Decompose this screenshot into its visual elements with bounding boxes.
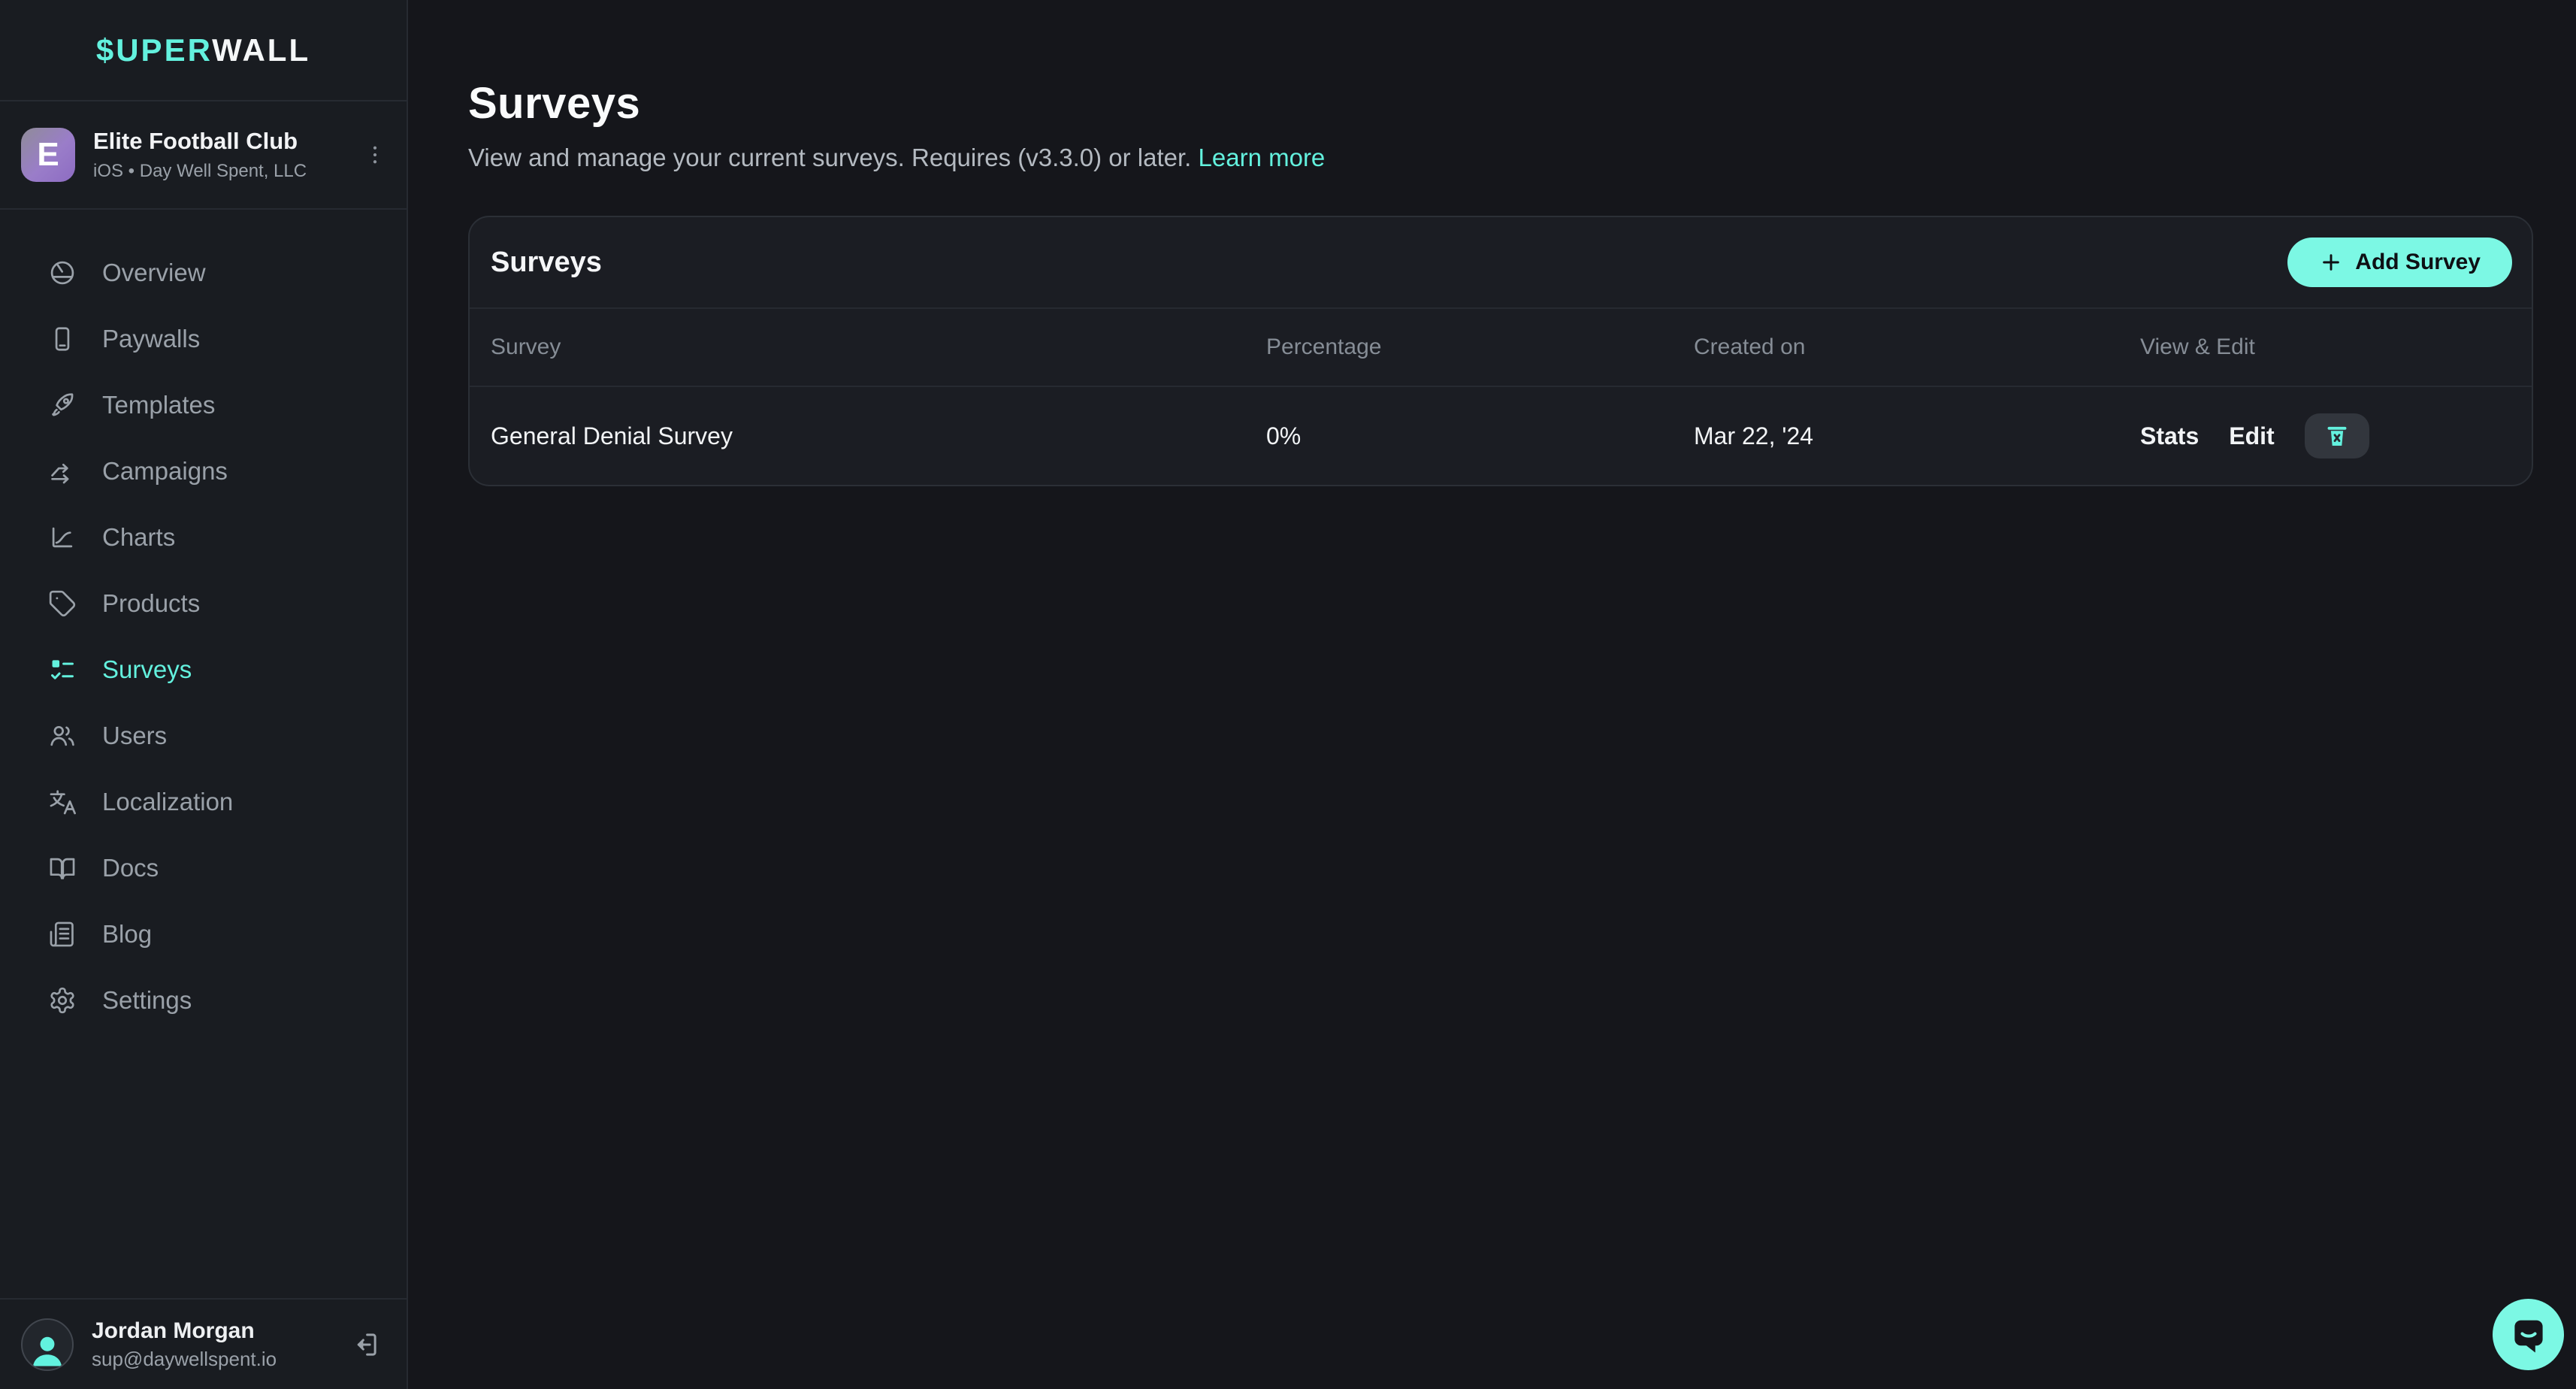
sidebar-item-label: Charts xyxy=(102,523,175,552)
logo-text-teal: $UPER xyxy=(96,32,212,68)
sidebar-item-blog[interactable]: Blog xyxy=(0,901,407,967)
sidebar-item-products[interactable]: Products xyxy=(0,570,407,637)
person-icon xyxy=(27,1329,68,1369)
surveys-card-header: Surveys Add Survey xyxy=(470,217,2532,307)
tag-icon xyxy=(48,589,77,618)
sidebar-item-campaigns[interactable]: Campaigns xyxy=(0,438,407,504)
delete-survey-button[interactable] xyxy=(2305,413,2369,458)
app-name: Elite Football Club xyxy=(93,128,340,155)
user-name: Jordan Morgan xyxy=(92,1318,331,1344)
logout-button[interactable] xyxy=(349,1329,381,1360)
phone-icon xyxy=(48,325,77,353)
sidebar-item-charts[interactable]: Charts xyxy=(0,504,407,570)
page-subtitle: View and manage your current surveys. Re… xyxy=(468,144,2533,172)
survey-name: General Denial Survey xyxy=(491,422,1266,450)
app-menu-button[interactable] xyxy=(358,125,392,185)
sidebar-item-label: Templates xyxy=(102,391,215,419)
sidebar-item-label: Paywalls xyxy=(102,325,200,353)
line-chart-icon xyxy=(48,523,77,552)
sidebar-item-label: Settings xyxy=(102,986,192,1015)
plus-icon xyxy=(2319,250,2343,274)
app-platform-company: iOS • Day Well Spent, LLC xyxy=(93,161,340,182)
app-switcher[interactable]: E Elite Football Club iOS • Day Well Spe… xyxy=(0,100,407,210)
page-title: Surveys xyxy=(468,78,2533,129)
edit-button[interactable]: Edit xyxy=(2229,422,2274,450)
logout-icon xyxy=(349,1329,381,1360)
superwall-dashboard: $UPERWALL E Elite Football Club iOS • Da… xyxy=(0,0,2576,1389)
survey-percentage: 0% xyxy=(1266,422,1694,450)
col-created-on: Created on xyxy=(1694,334,2140,360)
col-view-edit: View & Edit xyxy=(2140,334,2511,360)
user-email: sup@daywellspent.io xyxy=(92,1348,331,1371)
sidebar-item-docs[interactable]: Docs xyxy=(0,835,407,901)
add-survey-label: Add Survey xyxy=(2355,250,2481,275)
sidebar-item-users[interactable]: Users xyxy=(0,703,407,769)
user-avatar xyxy=(21,1318,74,1371)
sidebar-item-label: Docs xyxy=(102,854,159,882)
sidebar-item-surveys[interactable]: Surveys xyxy=(0,637,407,703)
sidebar-item-label: Overview xyxy=(102,259,206,287)
sidebar-item-localization[interactable]: Localization xyxy=(0,769,407,835)
sidebar-item-templates[interactable]: Templates xyxy=(0,372,407,438)
chat-bubble-icon xyxy=(2505,1312,2552,1358)
sidebar-item-label: Campaigns xyxy=(102,457,228,486)
sidebar-item-label: Products xyxy=(102,589,200,618)
app-avatar: E xyxy=(21,128,75,182)
table-row: General Denial Survey 0% Mar 22, '24 Sta… xyxy=(470,386,2532,485)
surveys-card: Surveys Add Survey Survey Percentage Cre… xyxy=(468,216,2533,486)
user-footer: Jordan Morgan sup@daywellspent.io xyxy=(0,1298,407,1389)
sidebar-item-label: Surveys xyxy=(102,655,192,684)
rocket-icon xyxy=(48,391,77,419)
row-actions: Stats Edit xyxy=(2140,413,2511,458)
sidebar-item-label: Blog xyxy=(102,920,152,949)
chat-launcher-button[interactable] xyxy=(2493,1299,2564,1370)
main-content: Surveys View and manage your current sur… xyxy=(408,0,2576,1389)
logo[interactable]: $UPERWALL xyxy=(0,0,407,100)
page-subtitle-text: View and manage your current surveys. Re… xyxy=(468,144,1191,171)
card-title: Surveys xyxy=(491,247,602,279)
sidebar-item-settings[interactable]: Settings xyxy=(0,967,407,1033)
sidebar-item-overview[interactable]: Overview xyxy=(0,240,407,306)
trash-icon xyxy=(2324,422,2351,449)
stats-button[interactable]: Stats xyxy=(2140,422,2199,450)
languages-icon xyxy=(48,788,77,816)
col-survey: Survey xyxy=(491,334,1266,360)
book-open-icon xyxy=(48,854,77,882)
sidebar: $UPERWALL E Elite Football Club iOS • Da… xyxy=(0,0,408,1389)
sidebar-item-label: Localization xyxy=(102,788,233,816)
kebab-menu-icon xyxy=(362,142,388,168)
col-percentage: Percentage xyxy=(1266,334,1694,360)
pie-chart-icon xyxy=(48,259,77,287)
newspaper-icon xyxy=(48,920,77,949)
sidebar-item-paywalls[interactable]: Paywalls xyxy=(0,306,407,372)
sidebar-nav: Overview Paywalls Templates Campaigns Ch… xyxy=(0,210,407,1033)
learn-more-link[interactable]: Learn more xyxy=(1199,144,1326,171)
gear-icon xyxy=(48,986,77,1015)
split-arrows-icon xyxy=(48,457,77,486)
sidebar-item-label: Users xyxy=(102,722,167,750)
users-icon xyxy=(48,722,77,750)
survey-created-on: Mar 22, '24 xyxy=(1694,422,2140,450)
checklist-icon xyxy=(48,655,77,684)
add-survey-button[interactable]: Add Survey xyxy=(2287,238,2512,287)
logo-text-white: WALL xyxy=(212,32,310,68)
table-header: Survey Percentage Created on View & Edit xyxy=(470,307,2532,386)
